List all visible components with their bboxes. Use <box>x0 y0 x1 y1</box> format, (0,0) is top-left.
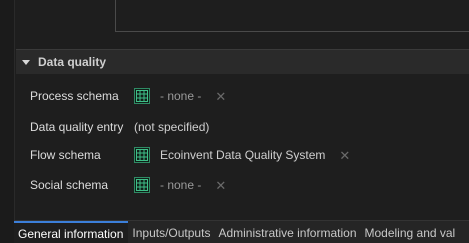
close-icon[interactable]: ✕ <box>215 90 226 103</box>
left-panel-edge <box>0 0 15 243</box>
table-grid-icon[interactable] <box>134 147 150 163</box>
text-area-box[interactable] <box>115 0 469 32</box>
close-icon[interactable]: ✕ <box>215 179 226 192</box>
process-schema-label: Process schema <box>30 89 119 103</box>
social-schema-label: Social schema <box>30 178 109 192</box>
triangle-down-icon[interactable] <box>22 59 30 65</box>
social-schema-value[interactable]: - none - <box>160 178 201 192</box>
close-icon[interactable]: ✕ <box>339 149 350 162</box>
flow-schema-value[interactable]: Ecoinvent Data Quality System <box>160 148 325 162</box>
social-schema-row: Social schema - none - ✕ <box>30 174 226 196</box>
table-grid-icon[interactable] <box>134 88 150 104</box>
data-quality-entry-value[interactable]: (not specified) <box>134 120 209 134</box>
data-quality-entry-label: Data quality entry <box>30 120 124 134</box>
section-header[interactable]: Data quality <box>16 49 469 74</box>
table-grid-icon[interactable] <box>134 177 150 193</box>
flow-schema-row: Flow schema Ecoinvent Data Quality Syste… <box>30 144 350 166</box>
section-title: Data quality <box>38 55 107 69</box>
process-schema-value[interactable]: - none - <box>160 89 201 103</box>
editor-tab-bar: General information Inputs/Outputs Admin… <box>14 220 469 243</box>
app-window: Data quality Process schema - none - ✕ D… <box>0 0 469 243</box>
tab-modeling-and-validation[interactable]: Modeling and val <box>361 221 460 243</box>
tab-inputs-outputs[interactable]: Inputs/Outputs <box>128 221 214 243</box>
flow-schema-label: Flow schema <box>30 148 101 162</box>
tab-general-information[interactable]: General information <box>14 221 129 243</box>
tab-administrative-information[interactable]: Administrative information <box>214 221 360 243</box>
data-quality-entry-row: Data quality entry (not specified) <box>30 116 209 138</box>
process-schema-row: Process schema - none - ✕ <box>30 85 226 107</box>
